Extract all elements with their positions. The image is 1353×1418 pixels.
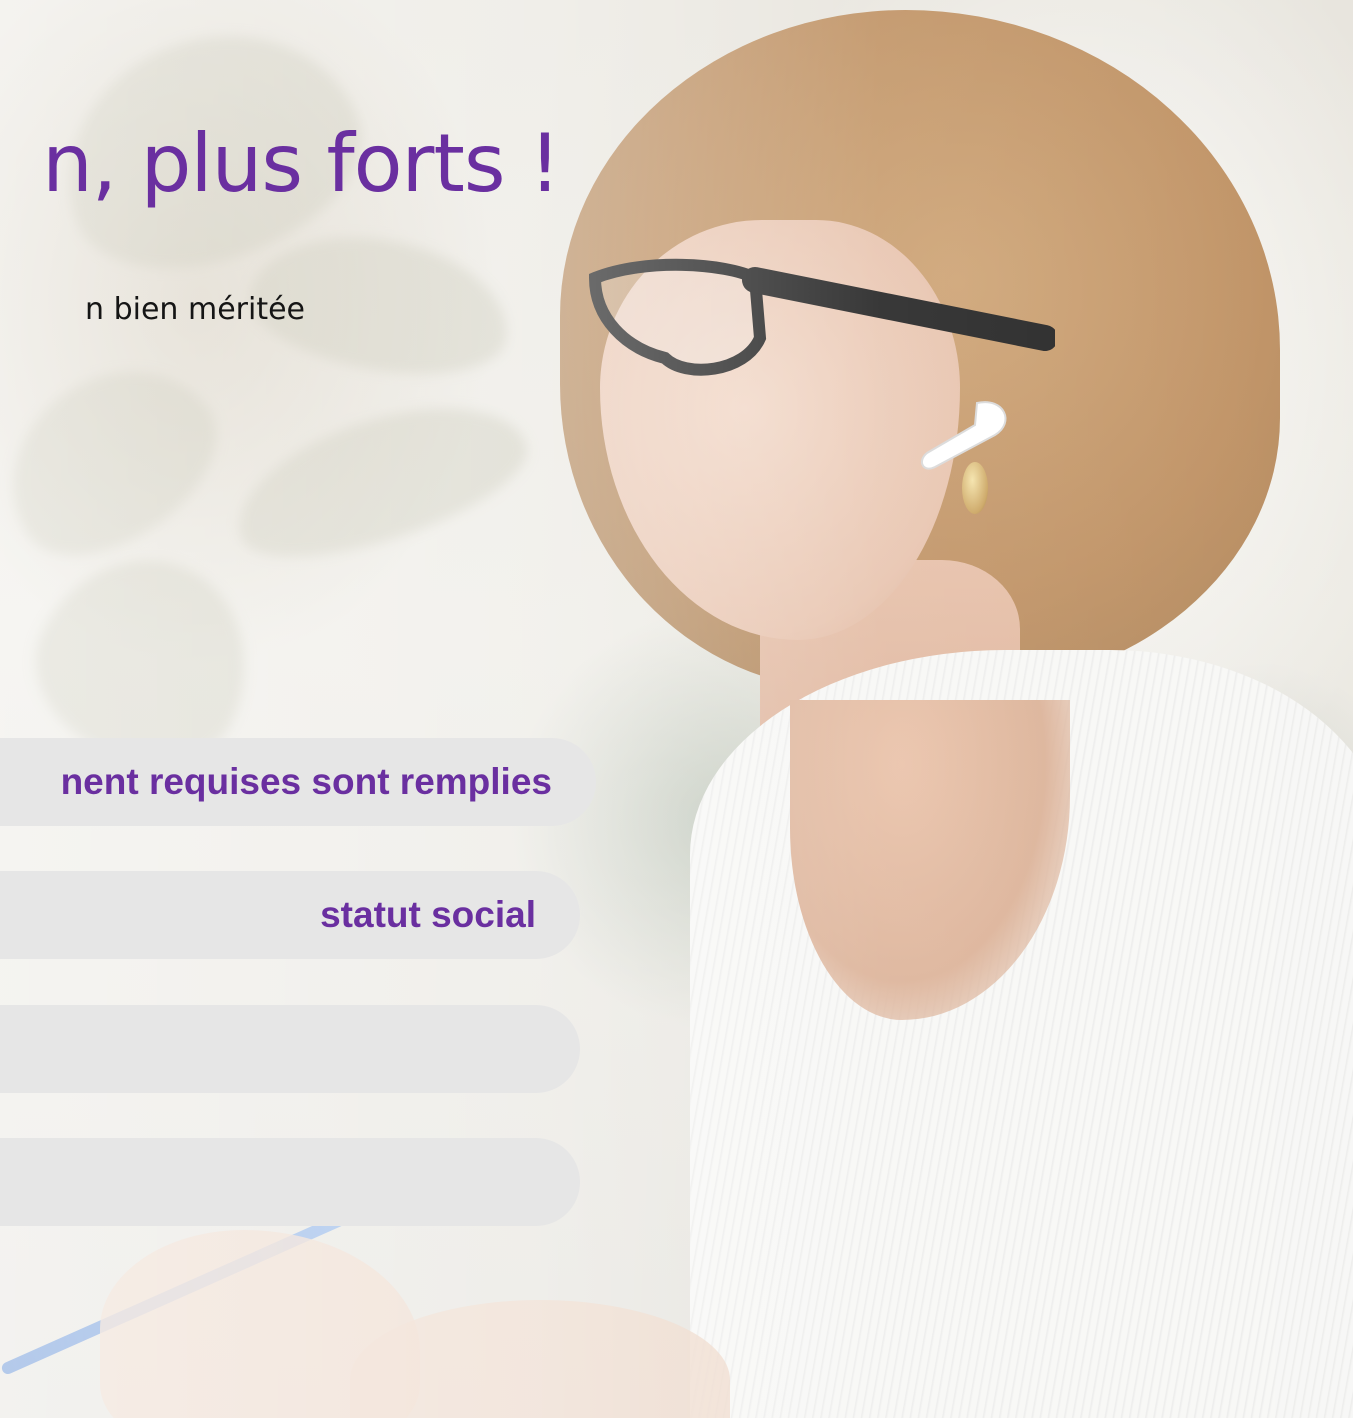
condition-item-label: nent requises sont remplies xyxy=(60,761,552,802)
condition-item[interactable]: nent requises sont remplies xyxy=(0,738,596,826)
condition-item-label: statut social xyxy=(320,894,536,935)
hero-subheading: n bien méritée xyxy=(85,292,305,327)
condition-item[interactable] xyxy=(0,1005,580,1093)
condition-item[interactable]: statut social xyxy=(0,871,580,959)
condition-item[interactable] xyxy=(0,1138,580,1226)
hero-heading: n, plus forts ! xyxy=(42,120,560,208)
